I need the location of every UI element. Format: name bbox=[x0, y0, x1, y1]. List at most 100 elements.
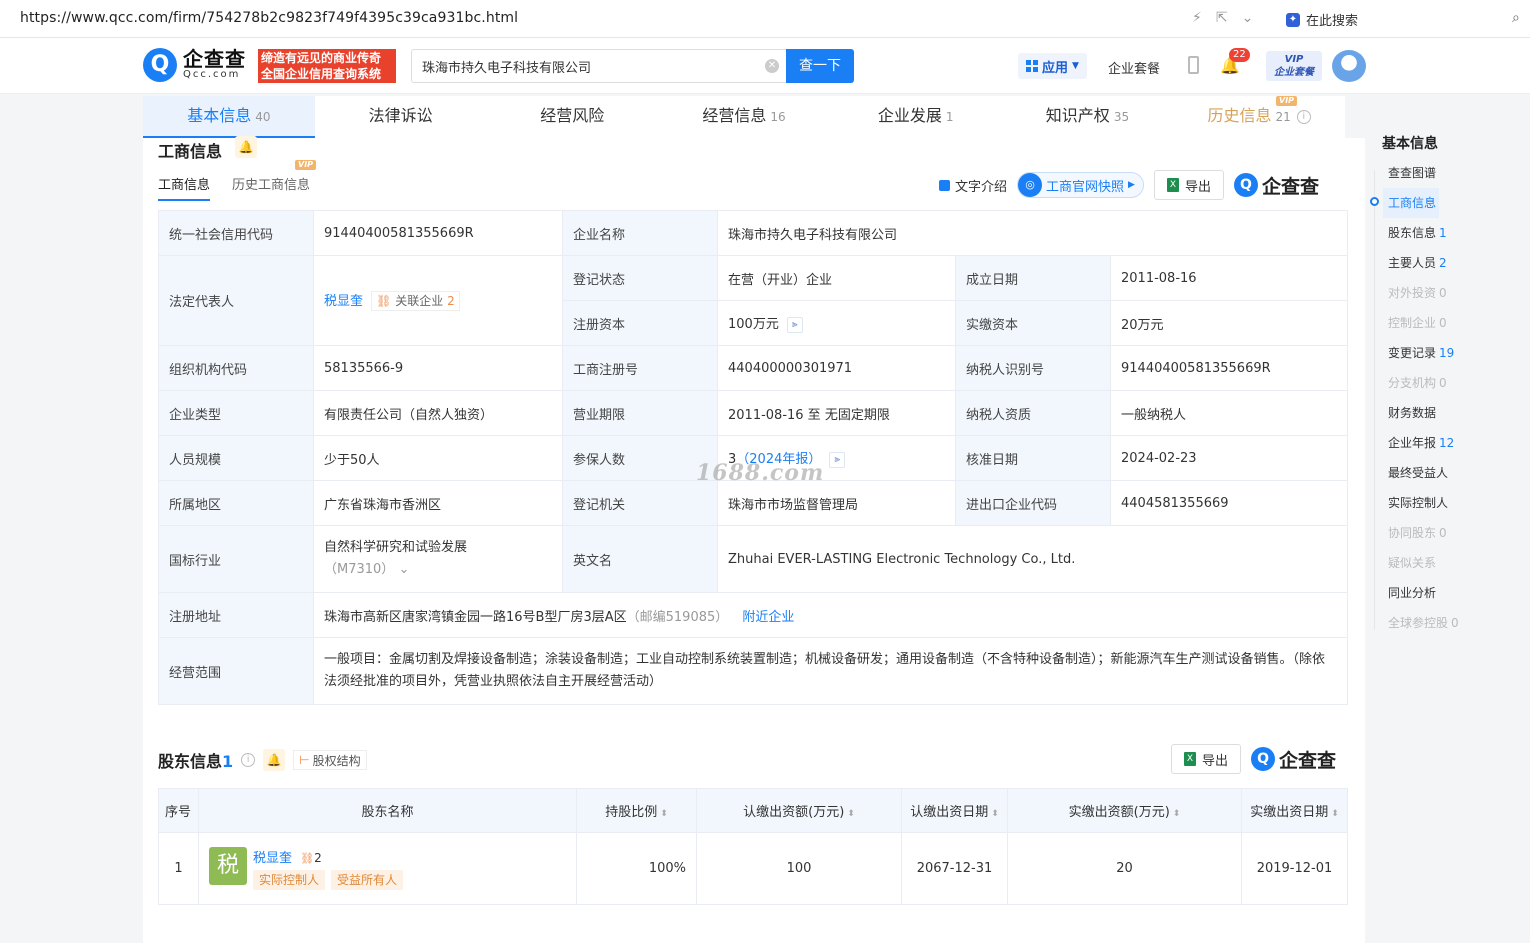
reg-capital-cell: 100万元 ⫸ bbox=[717, 300, 956, 346]
sidenav-item-count: 0 bbox=[1439, 286, 1447, 300]
export-button[interactable]: X 导出 bbox=[1171, 744, 1242, 774]
field-label: 国标行业 bbox=[158, 525, 314, 593]
sidenav-item[interactable]: 同业分析 bbox=[1383, 578, 1459, 608]
equity-structure-button[interactable]: ⊢ 股权结构 bbox=[293, 750, 367, 770]
sidenav-item-label: 分支机构 bbox=[1388, 376, 1437, 390]
shareholder-avatar: 税 bbox=[209, 847, 247, 885]
subtab-current[interactable]: 工商信息 bbox=[158, 174, 211, 201]
shareholder-related-count[interactable]: 2 bbox=[314, 851, 322, 865]
sidenav-item[interactable]: 工商信息 bbox=[1383, 188, 1439, 218]
logo-icon: Q bbox=[143, 48, 177, 82]
trend-chart-icon[interactable]: ⫸ bbox=[829, 451, 846, 468]
business-tools: 文字介绍 ◎ 工商官网快照 ▶ X 导出 Q 企查查 bbox=[939, 170, 1319, 200]
search-button[interactable]: 查一下 bbox=[786, 49, 854, 83]
sidenav-item-label: 财务数据 bbox=[1388, 406, 1437, 420]
field-label: 注册地址 bbox=[158, 592, 314, 638]
apps-button[interactable]: 应用 ▼ bbox=[1018, 53, 1087, 79]
shareholder-tools: X 导出 Q 企查查 bbox=[1171, 744, 1336, 774]
sidenav-item[interactable]: 查查图谱 bbox=[1383, 158, 1459, 188]
sidenav-item[interactable]: 实际控制人 bbox=[1383, 488, 1459, 518]
share-icon[interactable]: ⇱ bbox=[1216, 10, 1228, 26]
share-ratio: 100% bbox=[576, 832, 697, 905]
subscribed-amount: 100 bbox=[696, 832, 902, 905]
address-bar[interactable]: https://www.qcc.com/firm/754278b2c9823f7… bbox=[20, 10, 518, 26]
bell-icon[interactable]: 🔔 bbox=[235, 136, 257, 158]
vip-line1: VIP bbox=[1284, 54, 1304, 65]
found-date: 2011-08-16 bbox=[1110, 255, 1348, 301]
sidenav-item: 协同股东 0 bbox=[1383, 518, 1459, 548]
info-icon[interactable]: i bbox=[1296, 109, 1311, 124]
sidenav-item-label: 股东信息 bbox=[1388, 226, 1437, 240]
col-header-sortable[interactable]: 实缴出资日期 ⬍ bbox=[1241, 788, 1348, 833]
sidenav-item-count: 19 bbox=[1439, 346, 1455, 360]
taxpayer-id[interactable]: 91440400581355669R bbox=[1110, 345, 1348, 391]
biz-reg-no[interactable]: 440400000301971 bbox=[717, 345, 956, 391]
sidenav-item-label: 主要人员 bbox=[1388, 256, 1437, 270]
sidenav-item[interactable]: 最终受益人 bbox=[1383, 458, 1459, 488]
clear-icon[interactable]: ✕ bbox=[765, 59, 779, 73]
tab-history[interactable]: VIP 历史信息 21 i bbox=[1173, 96, 1345, 138]
sidenav-item[interactable]: 企业年报 12 bbox=[1383, 428, 1459, 458]
company-search-input[interactable]: 珠海市持久电子科技有限公司 ✕ bbox=[411, 49, 787, 83]
reg-status: 在营（开业）企业 bbox=[717, 255, 956, 301]
info-icon[interactable]: i bbox=[241, 753, 256, 767]
address-cell: 珠海市高新区唐家湾镇金园一路16号B型厂房3层A区（邮编519085） 附近企业 bbox=[313, 592, 1348, 638]
bell-icon[interactable]: 🔔 bbox=[263, 749, 286, 771]
export-button[interactable]: X 导出 bbox=[1153, 170, 1224, 200]
col-header-sortable[interactable]: 实缴出资额(万元) ⬍ bbox=[1007, 788, 1242, 833]
col-header-sortable[interactable]: 持股比例 ⬍ bbox=[576, 788, 697, 833]
lightning-icon[interactable]: ⚡ bbox=[1192, 10, 1202, 26]
relation-icon: ⛓ bbox=[300, 852, 315, 865]
company-name[interactable]: 珠海市持久电子科技有限公司 bbox=[717, 210, 1348, 256]
col-header-sortable[interactable]: 认缴出资日期 ⬍ bbox=[901, 788, 1008, 833]
field-label: 英文名 bbox=[562, 525, 718, 593]
sidenav-active-dot bbox=[1370, 197, 1379, 206]
industry-code-row[interactable]: （M7310） ⌄ bbox=[324, 559, 552, 581]
sidenav-item-count: 0 bbox=[1439, 376, 1447, 390]
brand-logo-icon: Q bbox=[1251, 747, 1276, 771]
taxpayer-qual: 一般纳税人 bbox=[1110, 390, 1348, 436]
related-companies-tag[interactable]: ⛓ 关联企业 2 bbox=[371, 291, 460, 311]
credit-code[interactable]: 91440400581355669R bbox=[313, 210, 563, 256]
vip-package-button[interactable]: VIP 企业套餐 bbox=[1266, 51, 1322, 81]
sidenav-item-label: 疑似关系 bbox=[1388, 556, 1437, 570]
org-code[interactable]: 58135566-9 bbox=[313, 345, 563, 391]
col-header-sortable[interactable]: 认缴出资额(万元) ⬍ bbox=[696, 788, 902, 833]
tab-business-risk[interactable]: 经营风险 bbox=[486, 96, 658, 138]
brand-logo-icon: Q bbox=[1233, 173, 1258, 197]
logo[interactable]: Q 企查查 Qcc.com bbox=[143, 48, 246, 82]
search-icon[interactable]: ⌕ bbox=[1512, 10, 1520, 26]
enterprise-package-link[interactable]: 企业套餐 bbox=[1108, 58, 1160, 77]
shareholder-name-link[interactable]: 税显奎 bbox=[253, 851, 292, 866]
tab-count: 1 bbox=[945, 110, 954, 124]
caret-right-icon: ▶ bbox=[1128, 180, 1135, 190]
browser-search[interactable]: ✦ 在此搜索 bbox=[1286, 10, 1358, 29]
mobile-icon[interactable] bbox=[1188, 56, 1199, 74]
tab-operation-info[interactable]: 经营信息 16 bbox=[658, 96, 830, 138]
sidenav-track bbox=[1374, 170, 1375, 630]
field-label: 法定代表人 bbox=[158, 255, 314, 346]
tab-basic-info[interactable]: 基本信息 40 bbox=[143, 96, 315, 138]
trend-chart-icon[interactable]: ⫸ bbox=[786, 316, 803, 333]
tab-ip[interactable]: 知识产权 35 bbox=[1002, 96, 1174, 138]
sidenav-item[interactable]: 变更记录 19 bbox=[1383, 338, 1459, 368]
snapshot-button[interactable]: ◎ 工商官网快照 ▶ bbox=[1017, 172, 1144, 198]
field-label: 统一社会信用代码 bbox=[158, 210, 314, 256]
sidenav-item-label: 工商信息 bbox=[1388, 196, 1437, 210]
tab-development[interactable]: 企业发展 1 bbox=[830, 96, 1002, 138]
chevron-down-icon[interactable]: ⌄ bbox=[1242, 10, 1254, 26]
text-intro-label: 文字介绍 bbox=[955, 179, 1008, 195]
tab-litigation[interactable]: 法律诉讼 bbox=[315, 96, 487, 138]
subtab-history[interactable]: 历史工商信息 VIP bbox=[232, 160, 317, 201]
sidenav-item[interactable]: 主要人员 2 bbox=[1383, 248, 1459, 278]
sidenav-item[interactable]: 股东信息 1 bbox=[1383, 218, 1459, 248]
equity-structure-label: 股权结构 bbox=[312, 753, 361, 768]
sidenav-item-label: 全球参控股 bbox=[1388, 616, 1449, 630]
legal-rep-link[interactable]: 税显奎 bbox=[324, 294, 363, 309]
tab-count: 40 bbox=[255, 110, 271, 124]
text-intro-button[interactable]: 文字介绍 bbox=[939, 176, 1007, 195]
sidenav-item[interactable]: 财务数据 bbox=[1383, 398, 1459, 428]
side-navigation: 基本信息 查查图谱 工商信息 股东信息 1 主要人员 2 对外投资 0 控制企业 0 变更记录 19 分… bbox=[1365, 130, 1530, 943]
nearby-companies-link[interactable]: 附近企业 bbox=[742, 610, 794, 625]
user-avatar[interactable] bbox=[1332, 50, 1366, 82]
